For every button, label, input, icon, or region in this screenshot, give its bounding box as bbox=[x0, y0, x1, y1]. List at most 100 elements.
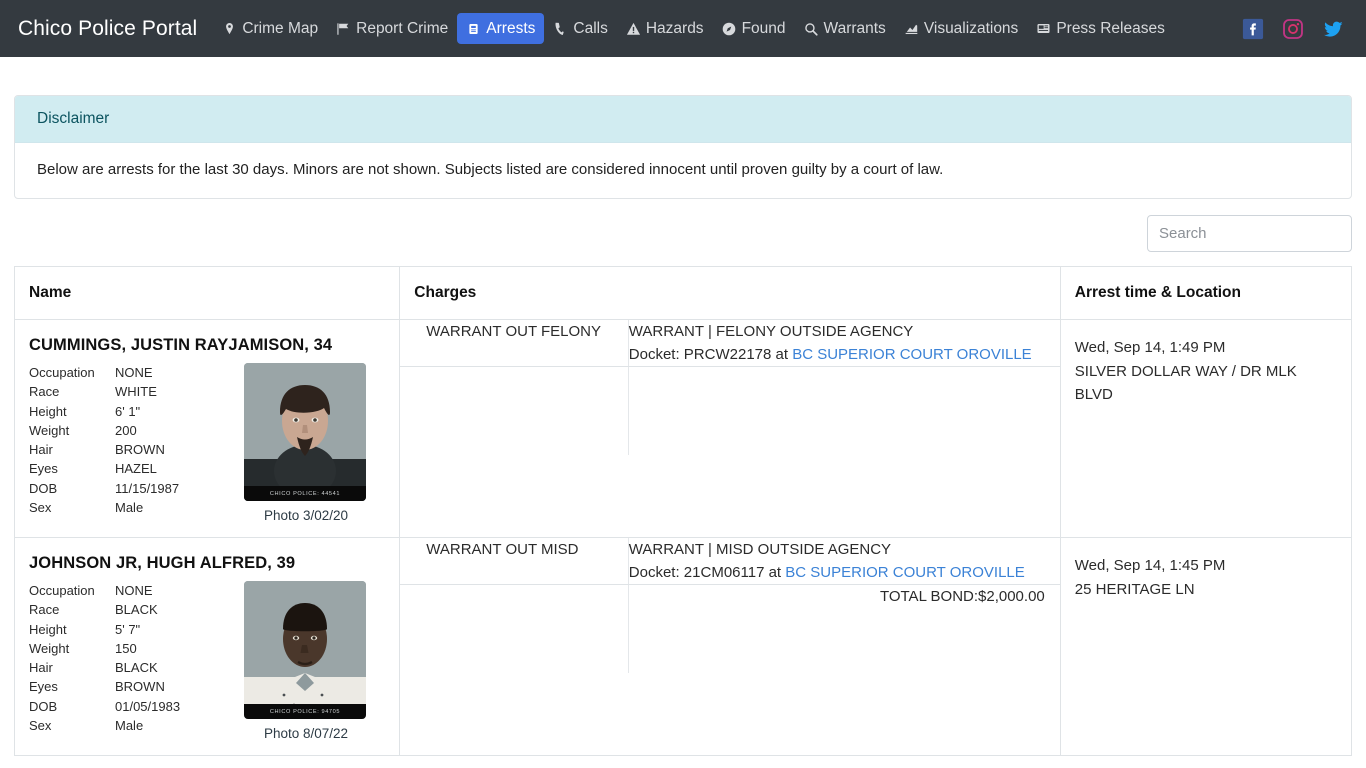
attribute-label: Race bbox=[29, 384, 60, 400]
page-container: Disclaimer Below are arrests for the las… bbox=[14, 57, 1352, 756]
twitter-icon[interactable] bbox=[1322, 18, 1344, 40]
charge-description-cell: WARRANT | MISD OUTSIDE AGENCY Docket: 21C… bbox=[628, 538, 1060, 585]
flag-icon bbox=[336, 21, 351, 36]
attribute-label: Hair bbox=[29, 660, 53, 676]
table-row[interactable]: JOHNSON JR, HUGH ALFRED, 39 Occupation NON… bbox=[14, 537, 1352, 756]
charge-description-cell: WARRANT | FELONY OUTSIDE AGENCY Docket: P… bbox=[628, 320, 1060, 367]
charge-filler-row bbox=[400, 366, 1059, 455]
nav-link-label: Crime Map bbox=[242, 19, 319, 37]
search-icon bbox=[804, 21, 819, 36]
attribute-value: NONE bbox=[115, 365, 153, 380]
charges-subtable: WARRANT OUT MISD WARRANT | MISD OUTSIDE A… bbox=[400, 538, 1060, 673]
nav-link-report-crime[interactable]: Report Crime bbox=[327, 13, 457, 45]
nav-links: Crime Map Report Crime Arrests Calls Hazards… bbox=[213, 0, 1174, 57]
column-header-charges[interactable]: Charges bbox=[399, 266, 1061, 320]
subject-block: JOHNSON JR, HUGH ALFRED, 39 Occupation NON… bbox=[15, 538, 399, 755]
attribute-row: Hair BROWN bbox=[29, 440, 244, 459]
mugshot-image[interactable]: CHICO POLICE: 94705 bbox=[244, 581, 366, 719]
attribute-value: 01/05/1983 bbox=[115, 698, 181, 714]
charges-subtable: WARRANT OUT FELONY WARRANT | FELONY OUTSI… bbox=[400, 320, 1060, 455]
cell-charges: WARRANT OUT MISD WARRANT | MISD OUTSIDE A… bbox=[399, 537, 1061, 756]
attribute-label: Sex bbox=[29, 718, 52, 734]
warning-triangle-icon bbox=[626, 21, 641, 36]
docket-text: Docket: PRCW22178 at bbox=[628, 346, 793, 363]
table-row[interactable]: CUMMINGS, JUSTIN RAYJAMISON, 34 Occupatio… bbox=[14, 319, 1352, 538]
docket-court-link[interactable]: BC SUPERIOR COURT OROVILLE bbox=[785, 564, 1025, 581]
arrests-table: Name Charges Arrest time & Location CUMM… bbox=[14, 266, 1352, 756]
disclaimer-text: Below are arrests for the last 30 days. … bbox=[37, 161, 944, 178]
attribute-value: BROWN bbox=[115, 679, 165, 695]
nav-link-found[interactable]: Found bbox=[713, 13, 795, 45]
mugshot-stamp: CHICO POLICE: 44541 bbox=[244, 486, 366, 501]
top-navbar: Chico Police Portal Crime Map Report Crim… bbox=[0, 0, 1366, 57]
cell-arrest-time: Wed, Sep 14, 1:49 PM SILVER DOLLAR WAY / … bbox=[1060, 319, 1352, 538]
subject-block: CUMMINGS, JUSTIN RAYJAMISON, 34 Occupatio… bbox=[15, 320, 399, 537]
nav-link-calls[interactable]: Calls bbox=[544, 13, 616, 45]
cell-arrest-time: Wed, Sep 14, 1:45 PM 25 HERITAGE LN bbox=[1060, 537, 1352, 756]
attribute-value: BLACK bbox=[115, 602, 158, 618]
attribute-row: Height 6' 1" bbox=[29, 402, 244, 421]
charge-filler-left bbox=[400, 366, 629, 455]
mugshot-image[interactable]: CHICO POLICE: 44541 bbox=[244, 363, 366, 501]
nav-link-label: Calls bbox=[573, 19, 608, 37]
column-header-name[interactable]: Name bbox=[14, 266, 401, 320]
attribute-row: Hair BLACK bbox=[29, 658, 244, 677]
id-badge-icon bbox=[466, 21, 481, 36]
attribute-row: Occupation NONE bbox=[29, 363, 244, 382]
docket-text: Docket: 21CM06117 at bbox=[628, 564, 786, 581]
attribute-label: Height bbox=[29, 621, 67, 637]
attribute-value: 6' 1" bbox=[115, 403, 141, 419]
attribute-label: Weight bbox=[29, 422, 70, 438]
news-icon bbox=[1036, 21, 1051, 36]
attribute-value: BLACK bbox=[115, 660, 158, 676]
nav-link-arrests[interactable]: Arrests bbox=[457, 12, 545, 45]
attribute-row: DOB 01/05/1983 bbox=[29, 697, 244, 716]
search-input[interactable] bbox=[1147, 215, 1352, 252]
attribute-row: Weight 200 bbox=[29, 421, 244, 440]
attribute-value: 200 bbox=[115, 422, 137, 438]
nav-link-crime-map[interactable]: Crime Map bbox=[213, 13, 327, 45]
attribute-value: Male bbox=[115, 718, 144, 734]
bar-chart-icon bbox=[904, 21, 919, 36]
nav-link-visualizations[interactable]: Visualizations bbox=[895, 13, 1028, 45]
subject-details: Occupation NONE Race WHITE Height 6' 1" Weight… bbox=[29, 363, 385, 523]
charge-row: WARRANT OUT MISD WARRANT | MISD OUTSIDE A… bbox=[400, 538, 1060, 585]
attribute-value: 150 bbox=[115, 640, 137, 656]
instagram-icon[interactable] bbox=[1282, 18, 1304, 40]
arrest-time: Wed, Sep 14, 1:49 PM bbox=[1074, 339, 1226, 356]
attribute-row: Race BLACK bbox=[29, 600, 244, 619]
disclaimer-card: Disclaimer Below are arrests for the las… bbox=[14, 95, 1352, 199]
map-pin-icon bbox=[222, 21, 237, 36]
nav-link-press-releases[interactable]: Press Releases bbox=[1027, 13, 1174, 45]
nav-link-hazards[interactable]: Hazards bbox=[617, 13, 713, 45]
docket-court-link[interactable]: BC SUPERIOR COURT OROVILLE bbox=[792, 346, 1032, 363]
total-bond bbox=[628, 367, 1059, 455]
compass-icon bbox=[722, 21, 737, 36]
attribute-label: Eyes bbox=[29, 461, 58, 477]
attribute-value: Male bbox=[115, 500, 144, 516]
attribute-row: Eyes BROWN bbox=[29, 677, 244, 696]
mugshot-block: CHICO POLICE: 44541 Photo 3/02/20 bbox=[244, 363, 368, 523]
attribute-value: 11/15/1987 bbox=[115, 480, 180, 496]
search-row bbox=[14, 199, 1352, 266]
arrest-info: Wed, Sep 14, 1:45 PM 25 HERITAGE LN bbox=[1061, 538, 1351, 617]
attribute-label: DOB bbox=[29, 698, 58, 714]
attribute-row: DOB 11/15/1987 bbox=[29, 479, 244, 498]
social-links bbox=[1242, 0, 1344, 57]
charge-code: WARRANT OUT MISD bbox=[400, 538, 629, 585]
arrest-location: 25 HERITAGE LN bbox=[1074, 580, 1195, 598]
attribute-label: Hair bbox=[29, 442, 53, 458]
arrest-location: SILVER DOLLAR WAY / DR MLK BLVD bbox=[1074, 362, 1297, 404]
facebook-icon[interactable] bbox=[1242, 18, 1264, 40]
attribute-row: Eyes HAZEL bbox=[29, 459, 244, 478]
nav-link-label: Press Releases bbox=[1056, 19, 1165, 37]
cell-charges: WARRANT OUT FELONY WARRANT | FELONY OUTSI… bbox=[399, 319, 1061, 538]
attribute-label: Sex bbox=[29, 500, 52, 516]
subject-name[interactable]: JOHNSON JR, HUGH ALFRED, 39 bbox=[29, 554, 385, 573]
subject-name[interactable]: CUMMINGS, JUSTIN RAYJAMISON, 34 bbox=[29, 336, 385, 355]
site-brand[interactable]: Chico Police Portal bbox=[18, 17, 197, 41]
attribute-row: Weight 150 bbox=[29, 639, 244, 658]
nav-link-warrants[interactable]: Warrants bbox=[795, 13, 895, 45]
column-header-time[interactable]: Arrest time & Location bbox=[1060, 266, 1352, 320]
attribute-row: Height 5' 7" bbox=[29, 620, 244, 639]
